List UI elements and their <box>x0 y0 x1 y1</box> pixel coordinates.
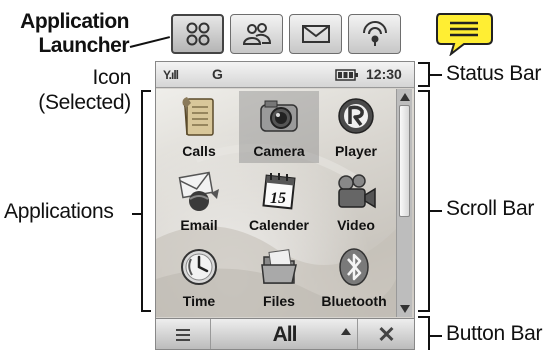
app-calls[interactable]: Calls <box>159 91 239 163</box>
clock-icon <box>174 243 224 291</box>
player-icon <box>331 93 381 141</box>
callout-line: (Selected) <box>38 91 131 114</box>
close-button[interactable]: ✕ <box>359 319 414 349</box>
web-icon <box>362 21 387 46</box>
scroll-thumb[interactable] <box>399 105 410 217</box>
icon-selected-callout: Icon (Selected) <box>4 65 131 115</box>
app-camera[interactable]: Camera <box>239 91 319 163</box>
scroll-bar-callout: Scroll Bar <box>446 197 535 220</box>
app-label: Email <box>180 217 218 233</box>
bluetooth-icon <box>329 243 379 291</box>
status-bar-callout: Status Bar <box>446 62 542 85</box>
files-icon <box>254 243 304 291</box>
scroll-bar-bracket <box>418 90 430 312</box>
app-bluetooth[interactable]: Bluetooth <box>314 241 394 313</box>
application-launcher-callout: Application Launcher <box>4 10 129 58</box>
app-label: Video <box>337 217 375 233</box>
calendar-day: 15 <box>270 190 286 207</box>
app-files[interactable]: Files <box>239 241 319 313</box>
status-bar-bracket <box>418 62 430 87</box>
battery-icon <box>335 69 358 81</box>
callout-line: Icon <box>92 66 132 89</box>
app-time[interactable]: Time <box>159 241 239 313</box>
app-label: Bluetooth <box>321 293 387 309</box>
phone-screen: Y.ıll G 12:30 Calls Camera Player Email … <box>155 61 415 350</box>
envelope-icon <box>301 25 330 43</box>
applications-callout: Applications <box>4 200 114 223</box>
scroll-bar[interactable] <box>396 89 412 317</box>
calls-icon <box>174 93 224 141</box>
menu-icon <box>176 328 190 341</box>
camera-icon <box>254 93 304 141</box>
launcher-tab-apps[interactable] <box>171 14 224 54</box>
launcher-tab-messages[interactable] <box>289 14 342 54</box>
app-video[interactable]: Video <box>316 165 396 237</box>
app-label: Player <box>334 143 378 159</box>
app-label: Files <box>263 293 295 309</box>
applications-bracket <box>141 90 151 312</box>
button-bar-callout: Button Bar <box>446 322 543 345</box>
button-bar-leader-line <box>428 335 442 337</box>
email-icon <box>174 167 224 215</box>
close-icon: ✕ <box>377 321 396 347</box>
status-time: 12:30 <box>366 66 402 82</box>
app-label: Calls <box>182 143 216 159</box>
calendar-icon: 15 <box>254 167 304 215</box>
callout-line: Launcher <box>38 34 129 57</box>
launcher-tab-web[interactable] <box>348 14 401 54</box>
status-bar-leader-line <box>428 74 442 76</box>
app-label: Camera <box>253 143 305 159</box>
app-email[interactable]: Email <box>159 165 239 237</box>
scroll-up-arrow-icon[interactable] <box>400 93 410 101</box>
app-label: Time <box>182 293 216 309</box>
network-type: G <box>212 66 223 82</box>
callout-line: Application <box>20 10 129 33</box>
button-bar-bracket <box>418 316 430 350</box>
launcher-tab-contacts[interactable] <box>230 14 283 54</box>
scroll-bar-leader-line <box>428 210 442 212</box>
filter-all-button[interactable]: All <box>212 319 358 349</box>
filter-label: All <box>272 322 298 346</box>
up-arrow-icon[interactable] <box>341 328 351 335</box>
app-grid-area: Calls Camera Player Email 15 Calender Vi… <box>156 89 414 317</box>
app-grid-icon <box>186 22 209 46</box>
signal-strength-icon: Y.ıll <box>163 68 179 82</box>
app-label: Calender <box>249 217 309 233</box>
launcher-leader-line <box>129 36 171 48</box>
app-calendar[interactable]: 15 Calender <box>239 165 319 237</box>
video-icon <box>331 167 381 215</box>
contacts-icon <box>242 23 271 45</box>
menu-button[interactable] <box>156 319 211 349</box>
button-bar: All ✕ <box>156 318 414 349</box>
status-bar: Y.ıll G 12:30 <box>156 62 414 88</box>
message-bubble-icon[interactable] <box>434 11 494 56</box>
app-player[interactable]: Player <box>316 91 396 163</box>
scroll-down-arrow-icon[interactable] <box>400 305 410 313</box>
